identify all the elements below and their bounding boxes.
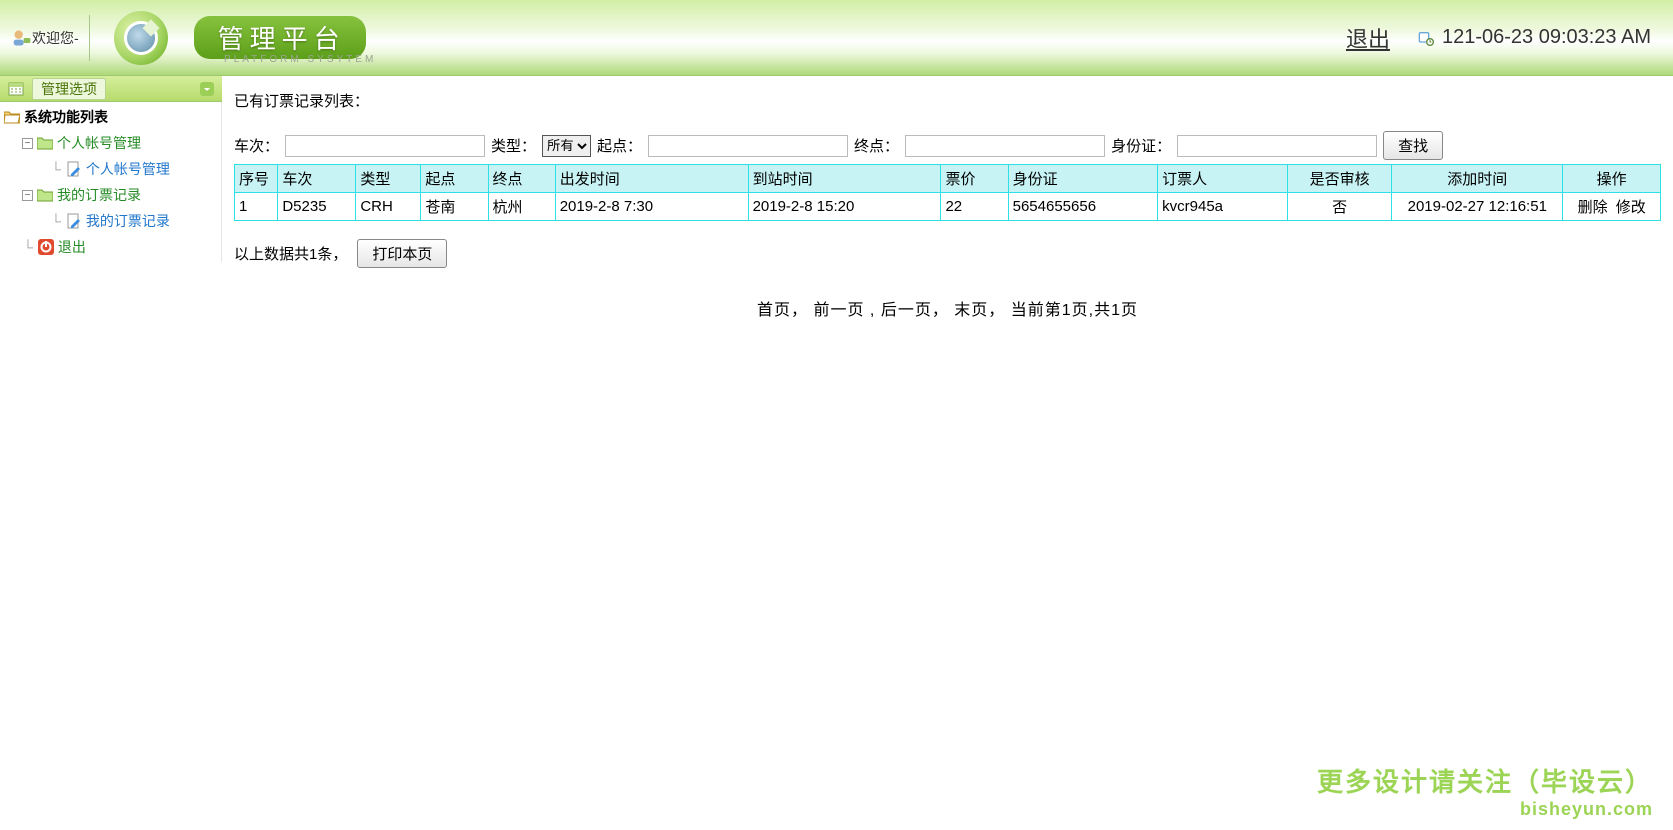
filter-id-input[interactable] <box>1177 135 1377 157</box>
sidebar-logout-label[interactable]: 退出 <box>58 237 86 257</box>
filter-type-label: 类型： <box>491 135 536 156</box>
col-audit: 是否审核 <box>1288 165 1392 193</box>
pager-last[interactable]: 末页， <box>954 302 1005 319</box>
sidebar-child-bookings[interactable]: └ 我的订票记录 <box>50 208 217 234</box>
pager-first[interactable]: 首页， <box>757 302 808 319</box>
col-price: 票价 <box>941 165 1008 193</box>
summary-row: 以上数据共1条， 打印本页 <box>234 239 1661 268</box>
sidebar-child-account-label[interactable]: 个人帐号管理 <box>86 159 170 179</box>
folder-open-icon <box>4 110 20 124</box>
cell-start: 苍南 <box>421 193 488 221</box>
filter-end-label: 终点： <box>854 135 899 156</box>
header-right: 退出 121-06-23 09:03:23 AM <box>1346 22 1651 54</box>
app-header: 欢迎您- 管理平台 PLATFORM SYSYTEM 退出 121-06-23 … <box>0 0 1673 76</box>
col-idcard: 身份证 <box>1008 165 1158 193</box>
cell-idx: 1 <box>235 193 278 221</box>
app-logo-icon <box>114 11 168 65</box>
col-end: 终点 <box>488 165 555 193</box>
manage-options-label: 管理选项 <box>32 78 106 100</box>
folder-icon <box>37 136 53 150</box>
cell-train: D5235 <box>278 193 356 221</box>
sidebar-child-bookings-label[interactable]: 我的订票记录 <box>86 211 170 231</box>
summary-text: 以上数据共1条， <box>234 243 347 264</box>
tree-root-label: 系统功能列表 <box>24 107 108 127</box>
sidebar-item-account-label[interactable]: 个人帐号管理 <box>57 133 141 153</box>
folder-icon <box>37 188 53 202</box>
filter-id-label: 身份证： <box>1111 135 1171 156</box>
sidebar-item-bookings-label[interactable]: 我的订票记录 <box>57 185 141 205</box>
collapse-icon[interactable]: − <box>22 190 33 201</box>
bookings-table: 序号 车次 类型 起点 终点 出发时间 到站时间 票价 身份证 订票人 是否审核… <box>234 164 1661 221</box>
filter-start-input[interactable] <box>648 135 848 157</box>
col-type: 类型 <box>356 165 421 193</box>
pager-pos: 当前第1页,共1页 <box>1011 302 1138 319</box>
delete-link[interactable]: 删除 <box>1578 199 1608 216</box>
pager: 首页， 前一页 , 后一页， 末页， 当前第1页,共1页 <box>234 296 1661 320</box>
sidebar: 管理选项 系统功能列表 − 个人帐号管理 └ 个人帐号管理 <box>0 76 222 830</box>
cell-arrive: 2019-2-8 15:20 <box>748 193 941 221</box>
nav-tree: 系统功能列表 − 个人帐号管理 └ 个人帐号管理 − 我的订票记录 <box>4 104 217 260</box>
edit-link[interactable]: 修改 <box>1616 199 1646 216</box>
clock-icon <box>1418 30 1434 46</box>
app-subtitle: PLATFORM SYSYTEM <box>224 54 376 65</box>
search-button[interactable]: 查找 <box>1383 131 1443 160</box>
pager-next[interactable]: 后一页， <box>881 302 949 319</box>
manage-options-bar[interactable]: 管理选项 <box>0 76 222 102</box>
cell-price: 22 <box>941 193 1008 221</box>
col-depart: 出发时间 <box>555 165 748 193</box>
col-booker: 订票人 <box>1158 165 1288 193</box>
filter-end-input[interactable] <box>905 135 1105 157</box>
main-content: 已有订票记录列表： 车次： 类型： 所有 起点： 终点： 身份证： 查找 序号 … <box>222 76 1673 830</box>
table-row: 1 D5235 CRH 苍南 杭州 2019-2-8 7:30 2019-2-8… <box>235 193 1661 221</box>
app-title: 管理平台 <box>194 16 366 59</box>
print-button[interactable]: 打印本页 <box>357 239 447 268</box>
sidebar-item-logout[interactable]: └ 退出 <box>22 234 217 260</box>
col-arrive: 到站时间 <box>748 165 941 193</box>
welcome-label: 欢迎您- <box>32 28 79 48</box>
edit-doc-icon <box>66 213 82 229</box>
filter-type-select[interactable]: 所有 <box>542 135 591 157</box>
sidebar-item-bookings[interactable]: − 我的订票记录 <box>22 182 217 208</box>
col-train: 车次 <box>278 165 356 193</box>
cell-booker: kvcr945a <box>1158 193 1288 221</box>
cell-idcard: 5654655656 <box>1008 193 1158 221</box>
cell-end: 杭州 <box>488 193 555 221</box>
col-added: 添加时间 <box>1392 165 1563 193</box>
welcome-text: 欢迎您- <box>12 15 90 61</box>
filter-start-label: 起点： <box>597 135 642 156</box>
cell-audit: 否 <box>1288 193 1392 221</box>
sidebar-item-account[interactable]: − 个人帐号管理 <box>22 130 217 156</box>
power-icon <box>38 239 54 255</box>
calendar-icon <box>8 81 24 97</box>
clock-wrap: 121-06-23 09:03:23 AM <box>1418 26 1651 49</box>
sidebar-child-account[interactable]: └ 个人帐号管理 <box>50 156 217 182</box>
col-start: 起点 <box>421 165 488 193</box>
col-ops: 操作 <box>1563 165 1661 193</box>
cell-added: 2019-02-27 12:16:51 <box>1392 193 1563 221</box>
cell-depart: 2019-2-8 7:30 <box>555 193 748 221</box>
edit-doc-icon <box>66 161 82 177</box>
logout-link[interactable]: 退出 <box>1346 22 1390 54</box>
filter-bar: 车次： 类型： 所有 起点： 终点： 身份证： 查找 <box>234 131 1661 160</box>
dropdown-icon[interactable] <box>200 82 214 96</box>
table-header-row: 序号 车次 类型 起点 终点 出发时间 到站时间 票价 身份证 订票人 是否审核… <box>235 165 1661 193</box>
pager-prev[interactable]: 前一页 , <box>813 302 875 319</box>
filter-train-label: 车次： <box>234 135 279 156</box>
col-idx: 序号 <box>235 165 278 193</box>
list-title: 已有订票记录列表： <box>234 90 1661 111</box>
tree-root[interactable]: 系统功能列表 <box>4 104 217 130</box>
cell-type: CRH <box>356 193 421 221</box>
cell-ops: 删除 修改 <box>1563 193 1661 221</box>
filter-train-input[interactable] <box>285 135 485 157</box>
time-text: 121-06-23 09:03:23 AM <box>1442 26 1651 49</box>
user-icon <box>12 28 32 48</box>
collapse-icon[interactable]: − <box>22 138 33 149</box>
